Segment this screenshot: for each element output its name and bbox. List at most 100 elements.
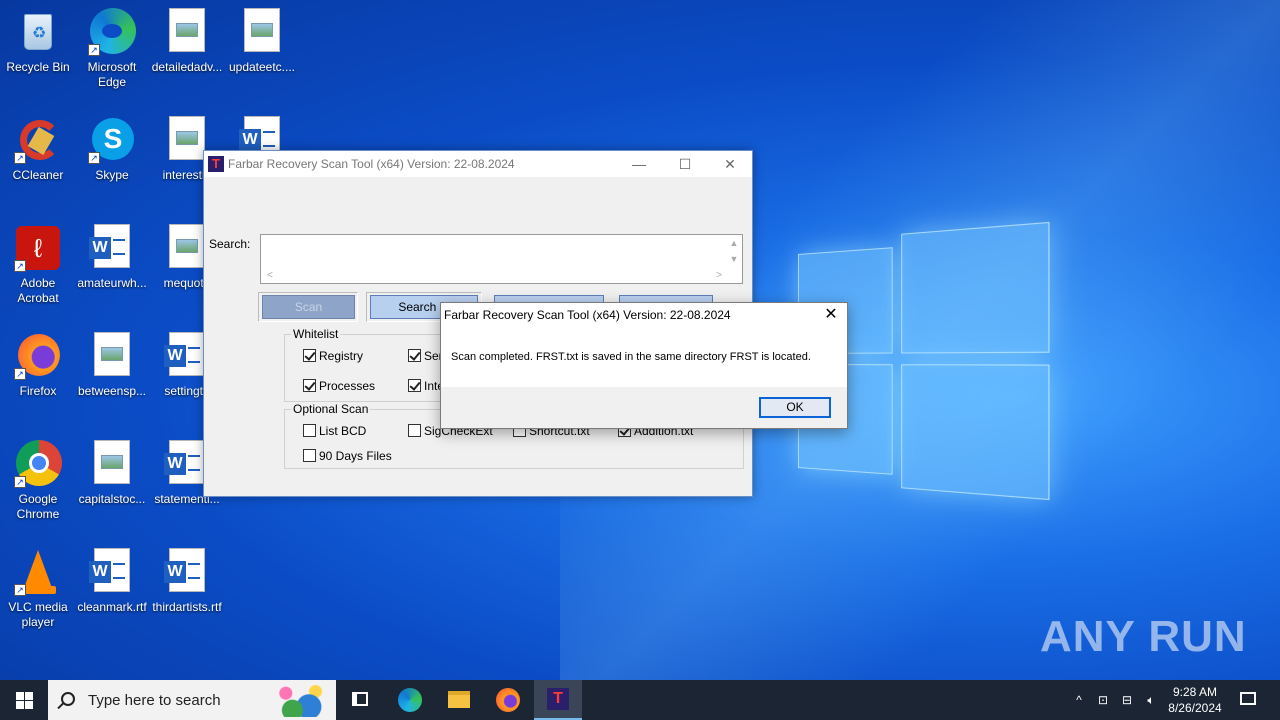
word-document-icon: W — [163, 548, 211, 596]
show-hidden-icons-chevron-icon[interactable]: ^ — [1068, 680, 1090, 720]
desktop-icon-label: CCleaner — [12, 168, 64, 182]
search-icon — [61, 692, 75, 706]
image-file-icon — [238, 8, 286, 56]
clock-time: 9:28 AM — [1172, 685, 1218, 699]
adobe-acrobat-icon: ℓ ↗ — [14, 224, 62, 272]
desktop-icon-label: updateetc.... — [228, 60, 296, 74]
checkbox-list-bcd[interactable]: List BCD — [303, 424, 366, 438]
search-placeholder: Type here to search — [88, 692, 221, 709]
desktop-icon-detailedadv[interactable]: detailedadv... — [149, 8, 225, 75]
desktop-icon-label: Google Chrome — [16, 492, 60, 521]
checkbox-registry[interactable]: Registry — [303, 349, 363, 363]
checkbox-label: List BCD — [319, 424, 367, 438]
desktop-icon-capitalstoc[interactable]: capitalstoc... — [74, 440, 150, 507]
checkbox-unchecked-icon — [408, 424, 421, 437]
volume-icon[interactable]: 🔈︎ — [1140, 680, 1162, 720]
desktop-icon-label: thirdartists.rtf — [152, 600, 222, 614]
notifications-icon[interactable] — [1234, 680, 1262, 720]
scan-button[interactable]: Scan — [262, 295, 355, 319]
desktop-icon-firefox[interactable]: ↗ Firefox — [0, 332, 76, 399]
word-document-icon: W — [88, 224, 136, 272]
folder-icon — [448, 691, 470, 708]
edge-icon: ↗ — [88, 8, 136, 56]
scan-complete-dialog: Farbar Recovery Scan Tool (x64) Version:… — [440, 302, 848, 429]
close-icon[interactable]: ✕ — [815, 303, 847, 329]
checkbox-unchecked-icon — [303, 424, 316, 437]
taskbar-frst-button[interactable]: T — [534, 680, 582, 720]
system-clock[interactable]: 9:28 AM 8/26/2024 — [1160, 684, 1230, 716]
image-file-icon — [163, 8, 211, 56]
skype-icon: S ↗ — [88, 116, 136, 164]
desktop-icon-amateurwh[interactable]: W amateurwh... — [74, 224, 150, 291]
image-file-icon — [88, 332, 136, 380]
vlc-cone-icon: ↗ — [14, 548, 62, 596]
desktop-icon-google-chrome[interactable]: ↗ Google Chrome — [0, 440, 76, 522]
ccleaner-icon: ↗ — [14, 116, 62, 164]
desktop-icon-label: Recycle Bin — [6, 60, 70, 74]
frst-app-icon: T — [547, 688, 569, 710]
taskbar-search-box[interactable]: Type here to search — [48, 680, 336, 720]
watermark-text: ANY RUN — [1040, 612, 1247, 661]
desktop-icon-cleanmark[interactable]: W cleanmark.rtf — [74, 548, 150, 615]
checkbox-internet[interactable]: Inte — [408, 379, 444, 393]
frst-app-icon: T — [208, 156, 224, 172]
taskbar-file-explorer-button[interactable] — [435, 680, 483, 720]
maximize-icon[interactable]: ☐ — [662, 151, 708, 177]
desktop-icon-label: Adobe Acrobat — [17, 276, 59, 305]
meet-now-icon[interactable]: ⊡ — [1092, 680, 1114, 720]
search-input[interactable]: ▲ ▼ < > — [260, 234, 743, 284]
network-icon[interactable]: ⊟ — [1116, 680, 1138, 720]
taskbar-edge-button[interactable] — [386, 680, 434, 720]
scroll-right-icon[interactable]: > — [716, 268, 722, 283]
frst-titlebar[interactable]: T Farbar Recovery Scan Tool (x64) Versio… — [204, 151, 752, 177]
checkbox-services[interactable]: Ser — [408, 349, 443, 363]
recycle-bin-icon: ♻ — [14, 8, 62, 56]
word-document-icon: W — [88, 548, 136, 596]
desktop-icon-betweensp[interactable]: betweensp... — [74, 332, 150, 399]
desktop-icon-vlc[interactable]: ↗ VLC media player — [0, 548, 76, 630]
checkbox-processes[interactable]: Processes — [303, 379, 375, 393]
taskbar: Type here to search T ^ ⊡ ⊟ 🔈︎ 9:28 AM 8… — [0, 680, 1280, 720]
task-view-button[interactable] — [336, 680, 384, 720]
desktop-icon-label: amateurwh... — [77, 276, 147, 290]
taskbar-firefox-button[interactable] — [484, 680, 532, 720]
search-label: Search: — [209, 237, 251, 251]
minimize-icon[interactable]: — — [616, 151, 662, 177]
whitelist-label: Whitelist — [291, 327, 341, 341]
ok-button[interactable]: OK — [759, 397, 831, 418]
checkbox-label: Processes — [319, 379, 376, 393]
close-icon[interactable]: ✕ — [707, 151, 753, 177]
desktop-icon-recycle-bin[interactable]: ♻ Recycle Bin — [0, 8, 76, 75]
edge-icon — [398, 688, 422, 712]
dialog-body: Scan completed. FRST.txt is saved in the… — [441, 329, 847, 387]
firefox-icon: ↗ — [14, 332, 62, 380]
anyrun-watermark: ANY RUN — [1040, 612, 1247, 662]
dialog-message: Scan completed. FRST.txt is saved in the… — [451, 351, 811, 363]
checkbox-90-days-files[interactable]: 90 Days Files — [303, 449, 392, 463]
chrome-icon: ↗ — [14, 440, 62, 488]
search-highlight-art-icon — [266, 683, 332, 717]
dialog-title: Farbar Recovery Scan Tool (x64) Version:… — [444, 308, 731, 322]
desktop-icon-label: capitalstoc... — [78, 492, 146, 506]
scroll-left-icon[interactable]: < — [267, 270, 273, 281]
vertical-scrollbar[interactable]: ▲ ▼ — [726, 235, 742, 269]
desktop-icon-label: Microsoft Edge — [87, 60, 137, 89]
desktop-icon-ccleaner[interactable]: ↗ CCleaner — [0, 116, 76, 183]
desktop-icon-label: VLC media player — [8, 600, 68, 629]
desktop-icon-microsoft-edge[interactable]: ↗ Microsoft Edge — [74, 8, 150, 90]
desktop-icon-label: betweensp... — [77, 384, 147, 398]
desktop-icon-label: detailedadv... — [151, 60, 223, 74]
desktop-icon-adobe-acrobat[interactable]: ℓ ↗ Adobe Acrobat — [0, 224, 76, 306]
desktop-icon-skype[interactable]: S ↗ Skype — [74, 116, 150, 183]
desktop-icon-updateetc[interactable]: updateetc.... — [224, 8, 300, 75]
desktop-icon-label: Skype — [95, 168, 129, 182]
horizontal-scrollbar[interactable]: < > — [261, 268, 726, 283]
desktop-icon-label: Firefox — [19, 384, 57, 398]
task-view-icon — [352, 692, 368, 706]
desktop-icon-thirdartists[interactable]: W thirdartists.rtf — [149, 548, 225, 615]
image-file-icon — [88, 440, 136, 488]
start-button[interactable] — [0, 680, 48, 720]
checkbox-checked-icon — [303, 349, 316, 362]
dialog-titlebar[interactable]: Farbar Recovery Scan Tool (x64) Version:… — [441, 303, 847, 329]
frst-title: Farbar Recovery Scan Tool (x64) Version:… — [228, 157, 515, 171]
